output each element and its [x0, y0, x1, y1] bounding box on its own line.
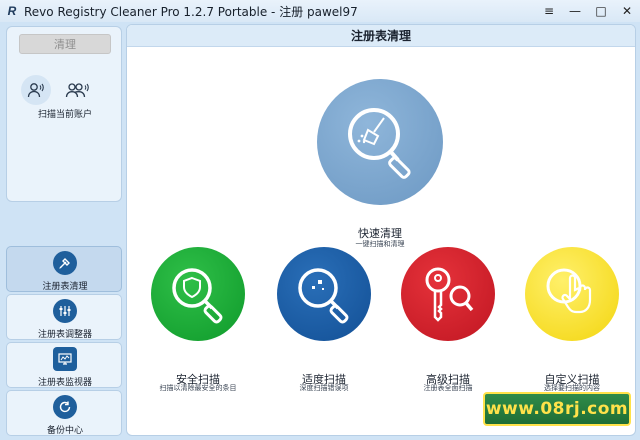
multi-user-icon[interactable] — [63, 75, 93, 105]
window-title: Revo Registry Cleaner Pro 1.2.7 Portable… — [24, 4, 358, 19]
nav-registry-tuner[interactable]: 注册表调整器 — [6, 294, 122, 340]
minimize-button[interactable]: — — [562, 0, 588, 22]
shield-magnifier-icon — [172, 268, 223, 324]
app-logo-icon: R — [7, 4, 17, 18]
quick-clean-button[interactable] — [317, 79, 443, 205]
broom-magnifier-icon — [348, 108, 411, 179]
maximize-button[interactable]: □ — [588, 0, 614, 22]
advanced-scan-button[interactable] — [401, 247, 495, 341]
backup-center-icon — [53, 395, 77, 419]
moderate-scan-button[interactable] — [277, 247, 371, 341]
close-button[interactable]: ✕ — [614, 0, 640, 22]
scan-current-account-label: 扫描当前账户 — [37, 110, 92, 120]
single-user-icon[interactable] — [21, 75, 51, 105]
clean-button[interactable]: 清理 — [19, 34, 111, 54]
moderate-scan-subtitle: 深度扫描错误项 — [299, 384, 349, 392]
nav-label: 注册表调整器 — [37, 330, 92, 340]
safe-scan-button[interactable] — [151, 247, 245, 341]
main-panel: 注册表清理 快速清理 一键扫描和清理 安全扫描 扫描以清除最安全的条目 适度扫描… — [126, 24, 636, 436]
nav-label: 注册表清理 — [42, 282, 88, 292]
watermark-banner: www.08rj.com — [483, 392, 631, 426]
menu-button[interactable]: ≡ — [536, 0, 562, 22]
registry-cleaner-icon — [53, 251, 77, 275]
account-selector — [21, 75, 93, 105]
quick-clean-subtitle: 一键扫描和清理 — [355, 240, 405, 248]
nav-label: 备份中心 — [46, 426, 83, 436]
nav-label: 注册表监视器 — [37, 378, 92, 388]
page-title: 注册表清理 — [127, 25, 635, 47]
account-panel: 清理 扫描当前账户 — [6, 26, 122, 202]
window-controls: ≡ — □ ✕ — [536, 0, 640, 22]
custom-scan-button[interactable] — [525, 247, 619, 341]
key-magnifier-icon — [425, 267, 474, 322]
registry-tuner-icon — [53, 299, 77, 323]
nav-backup-center[interactable]: 备份中心 — [6, 390, 122, 436]
title-bar: R Revo Registry Cleaner Pro 1.2.7 Portab… — [0, 0, 640, 22]
hand-magnifier-icon — [546, 268, 592, 314]
safe-scan-subtitle: 扫描以清除最安全的条目 — [159, 384, 237, 392]
nav-registry-cleaner[interactable]: 注册表清理 — [6, 246, 122, 292]
nav-registry-monitor[interactable]: 注册表监视器 — [6, 342, 122, 388]
registry-monitor-icon — [53, 347, 77, 371]
dots-magnifier-icon — [298, 268, 349, 324]
